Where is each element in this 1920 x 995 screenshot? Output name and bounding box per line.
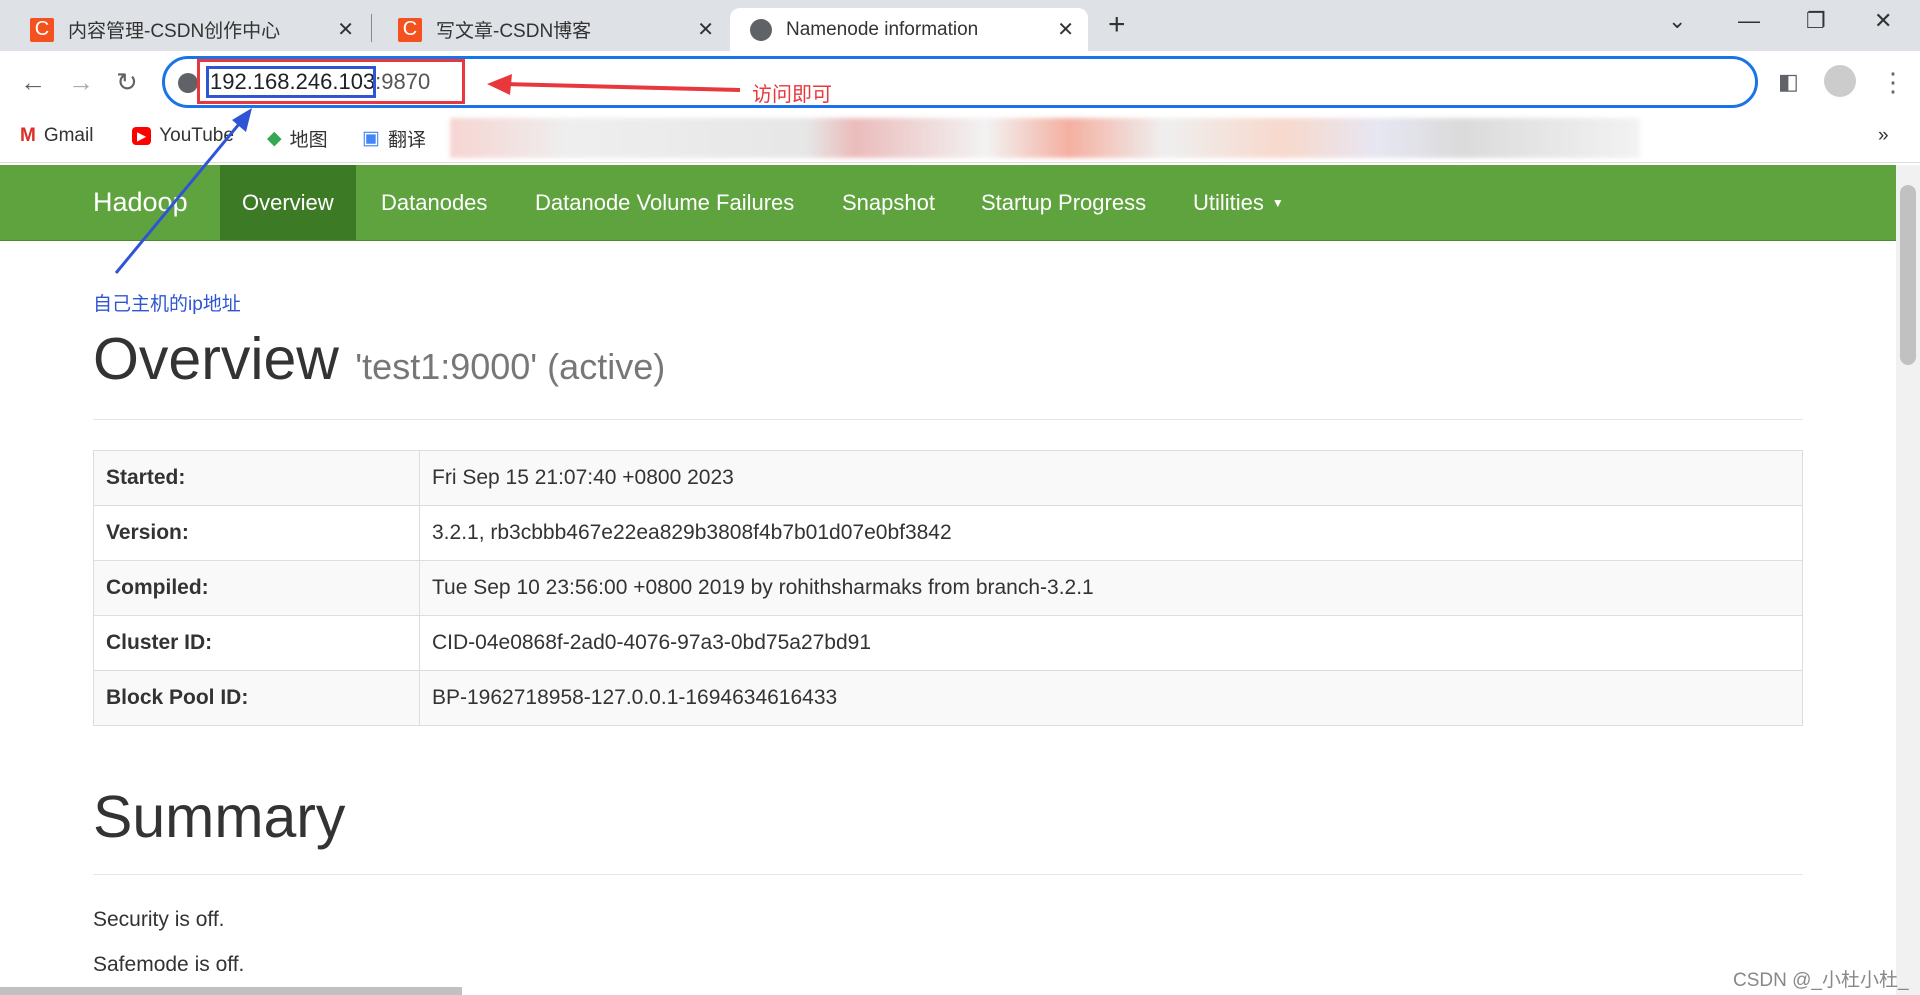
- red-arrow: [504, 82, 741, 92]
- watermark: CSDN @_小杜小杜_: [1733, 970, 1909, 991]
- annotation-access-text: 访问即可: [752, 84, 832, 106]
- red-arrow-head: [487, 74, 512, 95]
- blue-arrow: [114, 117, 246, 274]
- annotation-ip-text: 自己主机的ip地址: [93, 294, 241, 315]
- annotation-arrows: [114, 74, 741, 274]
